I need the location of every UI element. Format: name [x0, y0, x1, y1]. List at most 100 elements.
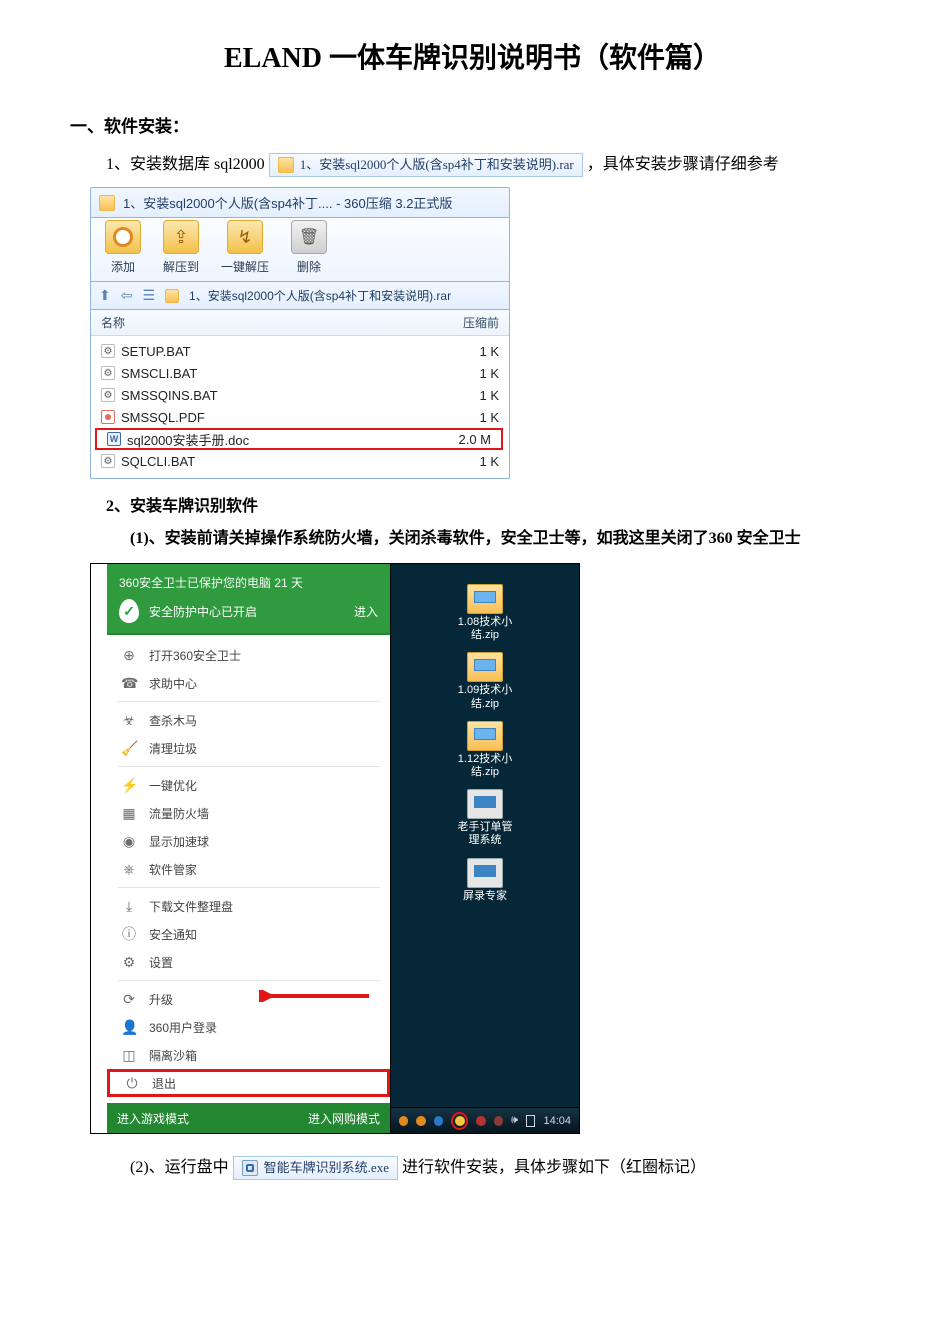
zip-file-row[interactable]: SMSSQINS.BAT 1 K [91, 384, 509, 406]
menu-item-label: 隔离沙箱 [149, 1047, 197, 1064]
trash-icon [291, 220, 327, 254]
pdf-file-icon [101, 410, 115, 424]
menu-item-icon: ⤓ [121, 898, 137, 915]
menu-item[interactable]: 👤360用户登录 [107, 1013, 390, 1041]
zip-file-row[interactable]: SMSSQL.PDF1 K [91, 406, 509, 428]
desktop-shortcut[interactable]: 1.09技术小结.zip [455, 652, 515, 710]
desktop-area: 1.08技术小结.zip 1.09技术小结.zip 1.12技术小结.zip 老手订单… [391, 564, 579, 1133]
desktop-shortcut[interactable]: 屏录专家 [455, 858, 515, 903]
menu-item-label: 一键优化 [149, 777, 197, 794]
menu-item-label: 下载文件整理盘 [149, 898, 233, 915]
shortcut-icon [467, 858, 503, 888]
menu-separator [117, 980, 380, 981]
menu-item-icon: ⊕ [121, 647, 137, 664]
zip-file-row[interactable]: SETUP.BAT1 K [91, 340, 509, 362]
menu-item-label: 安全通知 [149, 926, 197, 943]
zip-file-size: 1 K [479, 366, 499, 381]
zip-col-before: 压缩前 [463, 314, 499, 331]
menu-item-label: 查杀木马 [149, 712, 197, 729]
menu-item-icon: ⚙ [121, 954, 137, 971]
menu-item[interactable]: ⎈软件管家 [107, 855, 390, 883]
menu-item[interactable]: ⟳升级 [107, 985, 390, 1013]
menu-item-icon: ☣ [121, 712, 137, 729]
zip-file-row[interactable]: sql2000安装手册.doc2.0 M [95, 428, 503, 450]
step-2-heading: 2、安装车牌识别软件 [106, 491, 875, 523]
zip-delete-button[interactable]: 删除 [291, 220, 327, 275]
archive-icon [165, 289, 179, 303]
desktop-shortcut[interactable]: 1.12技术小结.zip [455, 721, 515, 779]
tray-icon[interactable] [399, 1116, 408, 1126]
step-1-leading: 1、安装数据库 sql2000 [106, 149, 265, 181]
zip-file-size: 1 K [479, 454, 499, 469]
step-1-trailing: ，具体安装步骤请仔细参考 [587, 149, 779, 181]
zip-file-name: SETUP.BAT [121, 344, 191, 359]
menu-item-icon: ⎈ [121, 861, 137, 878]
menu-item[interactable]: ⚡ 一键优化 [107, 771, 390, 799]
zip-file-name: SMSSQINS.BAT [121, 388, 218, 403]
shortcut-icon [467, 652, 503, 682]
shortcut-label: 1.08技术小结.zip [455, 616, 515, 642]
document-title: ELAND 一体车牌识别说明书（软件篇） [70, 36, 875, 76]
menu-item-label: 设置 [149, 954, 173, 971]
menu-item[interactable]: ⤓ 下载文件整理盘 [107, 892, 390, 920]
tray-volume-icon[interactable]: 🕪 [511, 1114, 518, 1127]
zip-add-button[interactable]: 添加 [105, 220, 141, 275]
extract-icon [163, 220, 199, 254]
desktop-shortcut[interactable]: 老手订单管理系统 [455, 789, 515, 847]
zip-file-row[interactable]: SMSCLI.BAT1 K [91, 362, 509, 384]
menu-item[interactable]: ◫隔离沙箱 [107, 1041, 390, 1069]
enter-link[interactable]: 进入 [354, 603, 378, 620]
shop-mode-link[interactable]: 进入网购模式 [308, 1110, 380, 1127]
zip-window: 1、安装sql2000个人版(含sp4补丁.... - 360压缩 3.2正式版… [90, 187, 510, 479]
bat-file-icon [101, 366, 115, 380]
tray-flag-icon[interactable] [526, 1115, 536, 1127]
zip-path-text: 1、安装sql2000个人版(含sp4补丁和安装说明).rar [189, 287, 451, 304]
zip-file-row[interactable]: SQLCLI.BAT1 K [91, 450, 509, 472]
menu-item-label: 显示加速球 [149, 833, 209, 850]
menu-item[interactable]: ⓘ安全通知 [107, 920, 390, 948]
menu-item-label: 360用户登录 [149, 1019, 217, 1036]
rar-file-chip-label: 1、安装sql2000个人版(含sp4补丁和安装说明).rar [300, 152, 574, 178]
menu-item[interactable]: 🧹清理垃圾 [107, 734, 390, 762]
menu-item[interactable]: ☎求助中心 [107, 669, 390, 697]
oneclick-icon [227, 220, 263, 254]
menu-item-icon: ⚡ [121, 777, 137, 794]
zip-delete-label: 删除 [297, 258, 321, 275]
menu-item-list: ⊕ 打开360安全卫士 ☎求助中心 ☣ 查杀木马 🧹清理垃圾 ⚡ 一键优化 ▦流量防火墙◉显示加… [107, 635, 390, 1103]
menu-item-label: 流量防火墙 [149, 805, 209, 822]
shortcut-label: 1.12技术小结.zip [455, 753, 515, 779]
tray-highlight-icon[interactable] [451, 1112, 468, 1130]
menu-item-exit[interactable]: ⏻退出 [107, 1069, 390, 1097]
zip-col-name: 名称 [101, 314, 125, 331]
safe-menu-screenshot: 框智智 360安全卫士已保护您的电脑 21 天 安全防护中心已开启 进入 ⊕打开… [90, 563, 580, 1134]
menu-item-label: 打开360安全卫士 [149, 647, 241, 664]
archive-icon [278, 157, 294, 173]
zip-extract-to-label: 解压到 [163, 258, 199, 275]
zip-oneclick-button[interactable]: 一键解压 [221, 220, 269, 275]
tray-icon[interactable] [434, 1116, 443, 1126]
view-list-icon[interactable]: ☰ [142, 287, 155, 304]
doc-file-icon [107, 432, 121, 446]
shortcut-icon [467, 584, 503, 614]
tray-icon[interactable] [416, 1116, 425, 1126]
zip-extract-to-button[interactable]: 解压到 [163, 220, 199, 275]
game-mode-link[interactable]: 进入游戏模式 [117, 1110, 189, 1127]
tray-icon[interactable] [494, 1116, 503, 1126]
menu-item[interactable]: ◉显示加速球 [107, 827, 390, 855]
zip-oneclick-label: 一键解压 [221, 258, 269, 275]
nav-back-icon[interactable]: ⇦ [121, 287, 133, 304]
menu-item[interactable]: ⚙ 设置 [107, 948, 390, 976]
menu-item-label: 求助中心 [149, 675, 197, 692]
desktop-shortcut[interactable]: 1.08技术小结.zip [455, 584, 515, 642]
tray-icon[interactable] [476, 1116, 485, 1126]
menu-item[interactable]: ☣ 查杀木马 [107, 706, 390, 734]
shortcut-label: 屏录专家 [463, 890, 507, 903]
zip-file-list: SETUP.BAT1 KSMSCLI.BAT1 KSMSSQINS.BAT1 K… [91, 336, 509, 478]
menu-item[interactable]: ▦流量防火墙 [107, 799, 390, 827]
zip-file-size: 1 K [479, 388, 499, 403]
zip-toolbar: 添加 解压到 一键解压 删除 [91, 218, 509, 282]
nav-up-icon[interactable]: ⬆ [99, 287, 111, 304]
menu-item[interactable]: ⊕ 打开360安全卫士 [107, 641, 390, 669]
shortcut-icon [467, 721, 503, 751]
step-2-sub2-leading: (2)、运行盘中 [130, 1152, 229, 1184]
